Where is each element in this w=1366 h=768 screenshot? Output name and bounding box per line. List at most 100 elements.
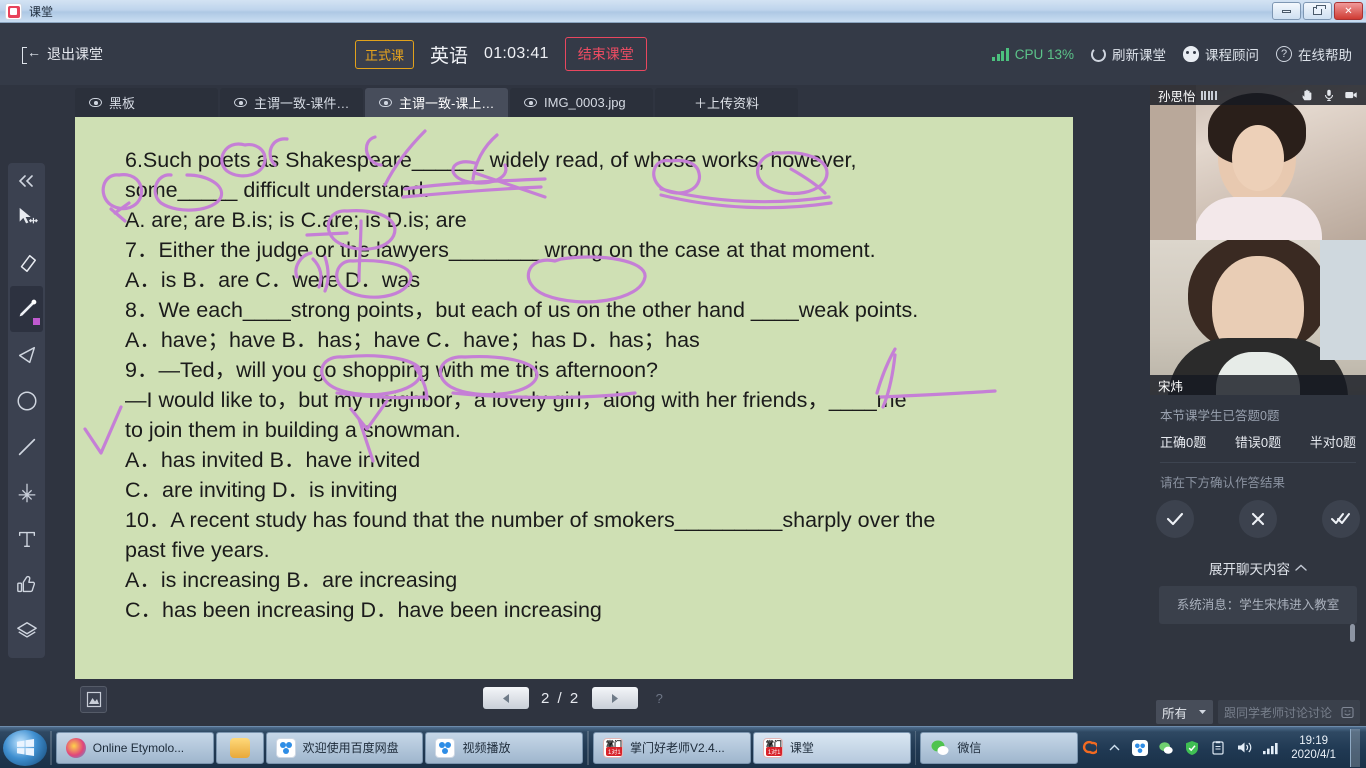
select-move-tool[interactable] bbox=[10, 194, 43, 240]
video-teacher[interactable]: 孙思怡 bbox=[1150, 85, 1366, 240]
chat-message-list[interactable]: 系统消息：学生宋炜进入教室 bbox=[1159, 586, 1357, 642]
tab-label: IMG_0003.jpg bbox=[544, 95, 626, 110]
minimize-button[interactable] bbox=[1272, 2, 1301, 20]
close-button[interactable]: ✕ bbox=[1334, 2, 1363, 20]
refresh-class-label: 刷新课堂 bbox=[1112, 48, 1166, 63]
eraser-tool[interactable] bbox=[10, 240, 43, 286]
panel-divider bbox=[1160, 462, 1356, 463]
maximize-button[interactable] bbox=[1303, 2, 1332, 20]
layers-tool[interactable] bbox=[10, 608, 43, 654]
expand-chat-button[interactable]: 展开聊天内容 bbox=[1150, 548, 1366, 586]
tab-label: 黑板 bbox=[109, 96, 136, 111]
mark-correct-button[interactable] bbox=[1156, 500, 1194, 538]
window-title: 课堂 bbox=[29, 4, 54, 19]
tab-image-file[interactable]: IMG_0003.jpg bbox=[510, 88, 653, 117]
baidu-netdisk-tray-icon[interactable] bbox=[1131, 739, 1149, 757]
triangle-tool[interactable] bbox=[10, 332, 43, 378]
chat-scrollbar[interactable] bbox=[1350, 624, 1355, 642]
sogou-input-icon[interactable] bbox=[1079, 739, 1097, 757]
whiteboard-canvas[interactable]: 6.Such poets as Shakespeare______ widely… bbox=[75, 117, 1073, 679]
praise-tool[interactable] bbox=[10, 562, 43, 608]
video-student[interactable]: 宋炜 bbox=[1150, 240, 1366, 395]
chat-system-message: 系统消息：学生宋炜进入教室 bbox=[1176, 598, 1340, 612]
taskbar-item-baidu-netdisk[interactable]: 欢迎使用百度网盘 bbox=[265, 731, 424, 764]
tab-label: 主谓一致-课上… bbox=[399, 96, 495, 111]
text-tool[interactable] bbox=[10, 516, 43, 562]
chat-input[interactable]: 跟同学老师讨论讨论 bbox=[1218, 700, 1360, 724]
pen-color-swatch[interactable] bbox=[33, 318, 40, 325]
circle-tool[interactable] bbox=[10, 378, 43, 424]
next-page-icon bbox=[612, 693, 619, 703]
exit-class-button[interactable]: 退出课堂 bbox=[22, 43, 103, 64]
online-help-button[interactable]: ? 在线帮助 bbox=[1276, 44, 1352, 64]
collapse-toolbar-button[interactable] bbox=[10, 167, 43, 194]
answer-stats-title: 本节课学生已答题0题 bbox=[1160, 409, 1280, 423]
camera-icon[interactable] bbox=[1344, 88, 1358, 102]
taskbar-item-label: 微信 bbox=[957, 741, 982, 755]
tab-courseware[interactable]: 主谓一致-课件… bbox=[220, 88, 363, 117]
tab-in-class-material[interactable]: 主谓一致-课上… bbox=[365, 88, 508, 117]
worksheet-line: some_____ difficult understand. bbox=[125, 178, 430, 202]
mark-half-button[interactable] bbox=[1322, 500, 1360, 538]
page-total: 2 bbox=[569, 689, 581, 707]
explorer-icon bbox=[229, 737, 250, 758]
hand-icon[interactable] bbox=[1300, 88, 1314, 102]
material-tab-bar: 黑板 主谓一致-课件… 主谓一致-课上… IMG_0003.jpg ＋上传资料 bbox=[75, 88, 798, 117]
browser-icon bbox=[65, 737, 86, 758]
volume-icon[interactable] bbox=[1235, 739, 1253, 757]
cpu-status: CPU 13% bbox=[992, 47, 1074, 62]
page-separator: / bbox=[557, 689, 564, 707]
taskbar-item-classroom[interactable]: 掌门 1对1 课堂 bbox=[752, 731, 911, 764]
taskbar-item-label: 欢迎使用百度网盘 bbox=[302, 741, 399, 755]
taskbar-divider bbox=[914, 730, 917, 765]
video-controls bbox=[1300, 88, 1358, 102]
taskbar-item-explorer[interactable] bbox=[215, 731, 264, 764]
worksheet-text: 6.Such poets as Shakespeare______ widely… bbox=[75, 117, 1073, 679]
emoji-icon[interactable] bbox=[1341, 706, 1354, 719]
chat-scope-select[interactable]: 所有 bbox=[1156, 700, 1213, 724]
axis-tool[interactable] bbox=[10, 470, 43, 516]
class-type-badge[interactable]: 正式课 bbox=[355, 39, 415, 69]
page-help-icon[interactable]: ? bbox=[650, 689, 668, 707]
answer-half-count: 半对0题 bbox=[1309, 435, 1356, 450]
security-shield-icon[interactable] bbox=[1183, 739, 1201, 757]
end-class-button[interactable]: 结束课堂 bbox=[564, 37, 647, 71]
windows-start-icon bbox=[16, 738, 34, 757]
pen-tool[interactable] bbox=[10, 286, 43, 332]
student-bg-window bbox=[1320, 240, 1366, 360]
chat-scope-label: 所有 bbox=[1162, 706, 1188, 721]
board-footer: 2 / 2 ? bbox=[75, 684, 1073, 720]
taskbar-item-video-player[interactable]: 视频播放 bbox=[425, 731, 584, 764]
app-logo-icon bbox=[5, 2, 22, 20]
refresh-class-button[interactable]: 刷新课堂 bbox=[1091, 44, 1166, 64]
taskbar-divider bbox=[587, 730, 590, 765]
teacher-name-bar: 孙思怡 bbox=[1150, 85, 1366, 105]
taskbar-item-wechat[interactable]: 微信 bbox=[920, 731, 1079, 764]
window-controls: ✕ bbox=[1272, 2, 1363, 20]
mark-wrong-button[interactable] bbox=[1239, 500, 1277, 538]
application-window: 课堂 ✕ 退出课堂 正式课 英语 01:03:41 结束课堂 CPU 13% 刷… bbox=[0, 0, 1366, 768]
tab-label: 主谓一致-课件… bbox=[254, 96, 350, 111]
mic-icon[interactable] bbox=[1322, 88, 1336, 102]
wechat-tray-icon[interactable] bbox=[1157, 739, 1175, 757]
axis-icon bbox=[18, 483, 35, 503]
mic-level-icon bbox=[1200, 90, 1217, 100]
show-desktop-button[interactable] bbox=[1350, 728, 1360, 767]
course-adviser-button[interactable]: 课程顾问 bbox=[1183, 44, 1259, 64]
line-tool[interactable] bbox=[10, 424, 43, 470]
expand-chat-label: 展开聊天内容 bbox=[1209, 562, 1290, 577]
start-button[interactable] bbox=[3, 729, 47, 766]
taskbar-item-zhangmen-teacher[interactable]: 掌门 1对1 掌门好老师V2.4... bbox=[593, 731, 751, 764]
show-hidden-icons-icon[interactable] bbox=[1105, 739, 1123, 757]
taskbar-item-browser[interactable]: Online Etymolo... bbox=[55, 731, 214, 764]
prev-page-button[interactable] bbox=[483, 687, 529, 709]
worksheet-line: A．is increasing B．are increasing bbox=[125, 568, 458, 592]
thumbnail-button[interactable] bbox=[80, 686, 107, 713]
taskbar-clock[interactable]: 19:19 2020/4/1 bbox=[1291, 734, 1336, 762]
tab-blackboard[interactable]: 黑板 bbox=[75, 88, 218, 117]
taskbar-item-label: 视频播放 bbox=[462, 741, 511, 755]
network-icon[interactable] bbox=[1261, 739, 1279, 757]
clipboard-tray-icon[interactable] bbox=[1209, 739, 1227, 757]
next-page-button[interactable] bbox=[592, 687, 639, 709]
upload-material-button[interactable]: ＋上传资料 bbox=[655, 88, 798, 117]
